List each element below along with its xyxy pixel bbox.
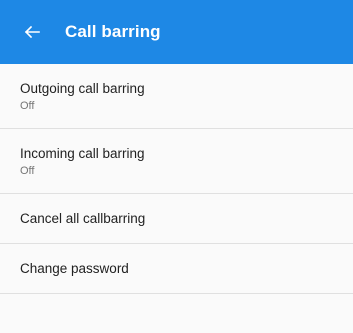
outgoing-call-barring-item[interactable]: Outgoing call barring Off [0, 64, 353, 129]
settings-list: Outgoing call barring Off Incoming call … [0, 64, 353, 294]
item-label: Change password [20, 261, 129, 276]
arrow-back-icon [24, 25, 40, 39]
toolbar: Call barring [0, 0, 353, 64]
item-label: Outgoing call barring [20, 80, 145, 96]
item-summary: Off [20, 99, 35, 112]
item-summary: Off [20, 164, 35, 177]
item-label: Cancel all callbarring [20, 211, 146, 226]
item-label: Incoming call barring [20, 145, 145, 161]
back-button[interactable] [20, 20, 44, 44]
cancel-all-callbarring-item[interactable]: Cancel all callbarring [0, 194, 353, 244]
change-password-item[interactable]: Change password [0, 244, 353, 294]
page-title: Call barring [65, 22, 161, 41]
call-barring-screen: Call barring Outgoing call barring Off I… [0, 0, 353, 333]
incoming-call-barring-item[interactable]: Incoming call barring Off [0, 129, 353, 194]
